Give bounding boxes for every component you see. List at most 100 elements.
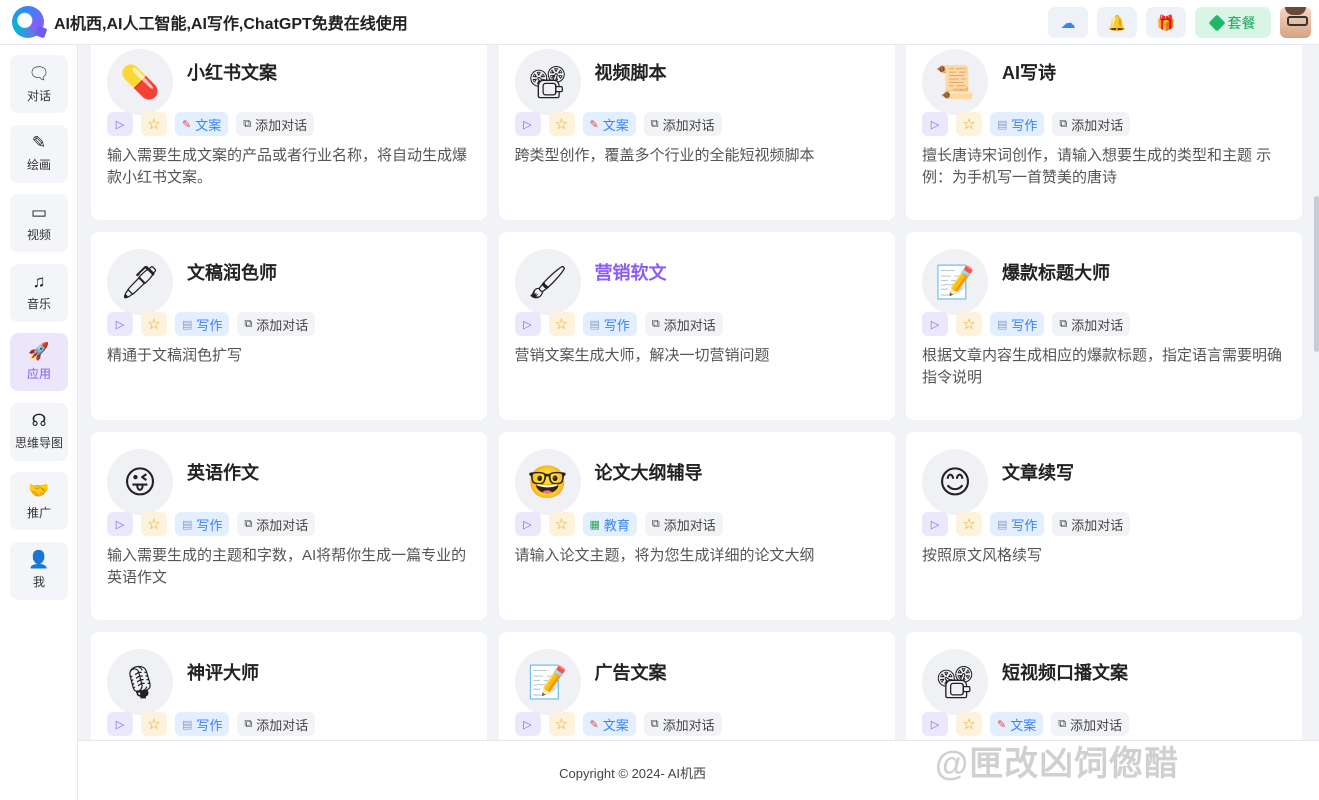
card-title: 论文大纲辅导 <box>594 463 703 483</box>
category-tag[interactable]: ✎ 文案 <box>582 712 636 736</box>
add-chat-button[interactable]: ⧉ 添加对话 <box>644 312 723 336</box>
brain-icon: ☊ <box>31 411 47 430</box>
play-icon[interactable]: ▷ <box>107 512 133 536</box>
category-tag[interactable]: ▤ 写作 <box>990 312 1045 336</box>
play-icon[interactable]: ▷ <box>922 312 948 336</box>
add-chat-button[interactable]: ⧉ 添加对话 <box>643 112 722 136</box>
star-icon[interactable]: ☆ <box>956 712 982 736</box>
play-icon[interactable]: ▷ <box>514 712 541 736</box>
brush-icon: ✎ <box>31 133 47 152</box>
play-icon[interactable]: ▷ <box>107 112 133 136</box>
app-card[interactable]: 📝 爆款标题大师 ▷ ☆ ▤ 写作 ⧉ 添加对话 根据文章内容生成相应的爆款标题，指定语言需要明… <box>906 232 1302 420</box>
play-icon[interactable]: ▷ <box>514 112 541 136</box>
sidebar: 🗨 对话 ✎ 绘画 ▭ 视频 ♫ 音乐 🚀 应用 ☊ 思维导图 🤝 推广 👤 我 <box>0 45 78 800</box>
star-icon[interactable]: ☆ <box>141 512 167 536</box>
memo-icon: 📝 <box>922 249 988 315</box>
sidebar-item[interactable]: ✎ 绘画 <box>10 124 68 183</box>
category-tag[interactable]: ✎ 文案 <box>175 112 229 136</box>
category-tag[interactable]: ▤ 写作 <box>175 712 230 736</box>
add-chat-label: 添加对话 <box>663 517 716 533</box>
card-tags: ▷ ☆ ✎ 文案 ⧉ 添加对话 <box>922 712 1130 736</box>
add-chat-button[interactable]: ⧉ 添加对话 <box>237 712 316 736</box>
cloud-moon-icon[interactable]: ☁ <box>1048 7 1088 38</box>
app-card[interactable]: 🎙 神评大师 ▷ ☆ ▤ 写作 ⧉ 添加对话 <box>91 632 487 740</box>
star-icon[interactable]: ☆ <box>548 112 575 136</box>
sidebar-item[interactable]: ♫ 音乐 <box>10 263 68 322</box>
star-icon[interactable]: ☆ <box>141 712 167 736</box>
plan-button[interactable]: 套餐 <box>1195 7 1271 38</box>
app-card[interactable]: 😊 文章续写 ▷ ☆ ▤ 写作 ⧉ 添加对话 按照原文风格续写 <box>906 432 1302 620</box>
bell-icon[interactable]: 🔔 <box>1097 7 1137 38</box>
category-tag[interactable]: ▤ 写作 <box>175 512 230 536</box>
category-tag[interactable]: ▤ 写作 <box>990 512 1045 536</box>
star-icon[interactable]: ☆ <box>548 512 575 536</box>
star-icon[interactable]: ☆ <box>956 512 982 536</box>
play-icon[interactable]: ▷ <box>107 712 133 736</box>
category-tag[interactable]: ▦ 教育 <box>582 512 637 536</box>
card-tags: ▷ ☆ ✎ 文案 ⧉ 添加对话 <box>514 112 722 136</box>
play-icon[interactable]: ▷ <box>922 712 948 736</box>
app-card[interactable]: 🖌 营销软文 ▷ ☆ ▤ 写作 ⧉ 添加对话 营销文案生成大师，解决一切营销问题 <box>498 232 895 420</box>
category-icon: ▤ <box>997 518 1008 531</box>
star-icon[interactable]: ☆ <box>141 312 167 336</box>
card-tags: ▷ ☆ ▤ 写作 ⧉ 添加对话 <box>922 312 1131 336</box>
star-icon[interactable]: ☆ <box>956 312 982 336</box>
sidebar-item[interactable]: 🚀 应用 <box>10 333 68 391</box>
card-title: 神评大师 <box>187 663 259 683</box>
add-chat-button[interactable]: ⧉ 添加对话 <box>1051 712 1130 736</box>
category-icon: ▤ <box>182 318 193 331</box>
watermark: @匣改凶饲偬醋 <box>935 745 1180 783</box>
app-logo[interactable] <box>12 6 44 38</box>
memo-icon: 📝 <box>514 649 581 715</box>
play-icon[interactable]: ▷ <box>922 512 948 536</box>
projector-icon: 📽 <box>514 49 581 115</box>
play-icon[interactable]: ▷ <box>107 312 133 336</box>
app-card[interactable]: 🤓 论文大纲辅导 ▷ ☆ ▦ 教育 ⧉ 添加对话 请输入论文主题，将为您生成详细的论文大纲 <box>498 432 895 620</box>
category-tag[interactable]: ▤ 写作 <box>582 312 637 336</box>
category-tag[interactable]: ✎ 文案 <box>990 712 1044 736</box>
category-tag[interactable]: ✎ 文案 <box>582 112 636 136</box>
sidebar-item-label: 我 <box>32 575 45 589</box>
sidebar-item[interactable]: ▭ 视频 <box>10 194 68 252</box>
star-icon[interactable]: ☆ <box>956 112 982 136</box>
app-card[interactable]: 📜 AI写诗 ▷ ☆ ▤ 写作 ⧉ 添加对话 擅长唐诗宋词创作，请输入想要生成的类型和主题 示例… <box>906 45 1302 220</box>
scrollbar[interactable] <box>1314 196 1319 352</box>
add-chat-button[interactable]: ⧉ 添加对话 <box>1052 312 1131 336</box>
category-icon: ▦ <box>589 518 600 531</box>
app-card[interactable]: 💊 小红书文案 ▷ ☆ ✎ 文案 ⧉ 添加对话 输入需要生成文案的产品或者行业名称，将自动生成爆… <box>91 45 487 220</box>
category-tag[interactable]: ▤ 写作 <box>175 312 230 336</box>
add-chat-button[interactable]: ⧉ 添加对话 <box>644 512 723 536</box>
user-avatar[interactable] <box>1280 7 1311 38</box>
gift-icon[interactable]: 🎁 <box>1146 7 1186 38</box>
add-chat-button[interactable]: ⧉ 添加对话 <box>237 312 316 336</box>
star-icon[interactable]: ☆ <box>548 312 575 336</box>
app-card[interactable]: 📝 广告文案 ▷ ☆ ✎ 文案 ⧉ 添加对话 <box>498 632 895 740</box>
star-icon[interactable]: ☆ <box>548 712 575 736</box>
add-chat-button[interactable]: ⧉ 添加对话 <box>643 712 722 736</box>
sidebar-item[interactable]: ☊ 思维导图 <box>10 402 68 461</box>
copy-icon: ⧉ <box>244 317 253 330</box>
sidebar-item[interactable]: 🗨 对话 <box>10 55 68 113</box>
app-card[interactable]: 📽 短视频口播文案 ▷ ☆ ✎ 文案 ⧉ 添加对话 <box>906 632 1302 740</box>
winking-face-icon: 😜 <box>107 449 173 515</box>
add-chat-button[interactable]: ⧉ 添加对话 <box>236 112 315 136</box>
app-card[interactable]: 😜 英语作文 ▷ ☆ ▤ 写作 ⧉ 添加对话 输入需要生成的主题和字数，AI将帮你生成一篇专业的… <box>91 432 487 620</box>
sidebar-item[interactable]: 👤 我 <box>10 541 68 600</box>
add-chat-button[interactable]: ⧉ 添加对话 <box>1052 512 1131 536</box>
paintbrush-icon: 🖌 <box>514 249 581 315</box>
star-icon[interactable]: ☆ <box>141 112 167 136</box>
card-title: 英语作文 <box>187 463 259 483</box>
app-card[interactable]: 📽 视频脚本 ▷ ☆ ✎ 文案 ⧉ 添加对话 跨类型创作，覆盖多个行业的全能短视频脚本 <box>498 45 895 220</box>
sidebar-item[interactable]: 🤝 推广 <box>10 472 68 530</box>
copy-icon: ⧉ <box>1058 717 1067 730</box>
app-card[interactable]: 🖊 文稿润色师 ▷ ☆ ▤ 写作 ⧉ 添加对话 精通于文稿润色扩写 <box>91 232 487 420</box>
play-icon[interactable]: ▷ <box>922 112 948 136</box>
play-icon[interactable]: ▷ <box>514 312 541 336</box>
add-chat-button[interactable]: ⧉ 添加对话 <box>237 512 316 536</box>
play-icon[interactable]: ▷ <box>514 512 541 536</box>
category-tag[interactable]: ▤ 写作 <box>990 112 1045 136</box>
projector-icon: 📽 <box>922 649 988 715</box>
plan-label: 套餐 <box>1227 14 1256 31</box>
add-chat-button[interactable]: ⧉ 添加对话 <box>1052 112 1131 136</box>
category-label: 教育 <box>603 517 630 533</box>
